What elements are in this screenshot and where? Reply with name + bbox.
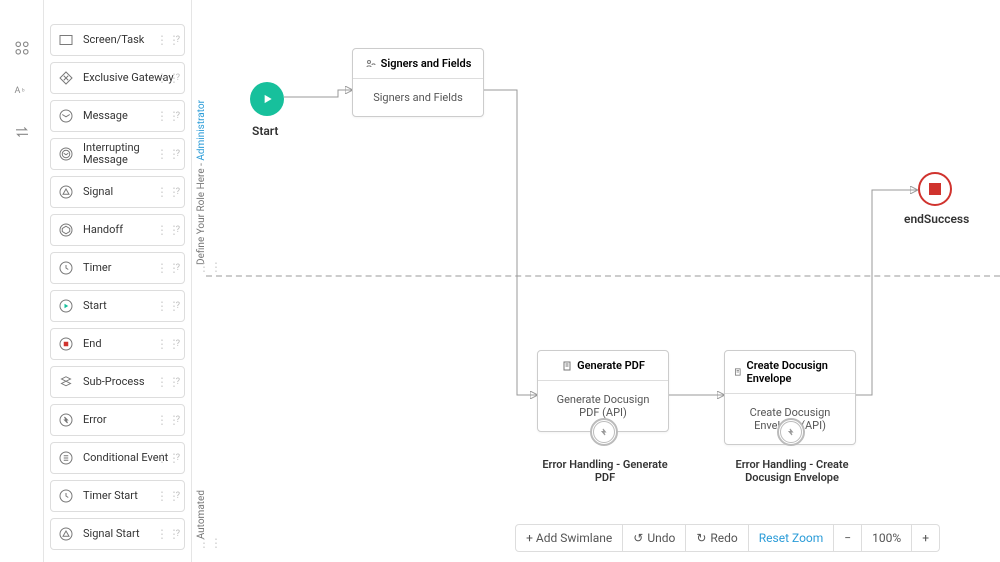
signers-fields-task[interactable]: Signers and Fields Signers and Fields [352, 48, 484, 117]
swap-icon[interactable] [6, 116, 38, 148]
svg-text:ᵇ: ᵇ [22, 87, 25, 95]
swimlane-grip[interactable]: ⋮⋮ [198, 536, 222, 550]
swimlane-divider [206, 275, 1000, 277]
task-title: Generate PDF [577, 359, 645, 372]
palette-message[interactable]: Message?⋮⋮ [50, 100, 185, 132]
canvas-toolbar: + Add Swimlane ↺Undo ↻Redo Reset Zoom − … [515, 524, 940, 552]
palette-panel: Screen/Task?⋮⋮ Exclusive Gateway?⋮⋮ Mess… [44, 0, 192, 562]
palette-exclusive-gateway[interactable]: Exclusive Gateway?⋮⋮ [50, 62, 185, 94]
swimlane-grip[interactable]: ⋮⋮ [198, 260, 222, 274]
redo-button[interactable]: ↻Redo [686, 524, 748, 552]
palette-error[interactable]: Error?⋮⋮ [50, 404, 185, 436]
swimlane-automated-label: Automated [196, 490, 207, 539]
add-swimlane-button[interactable]: + Add Swimlane [515, 524, 623, 552]
end-node[interactable] [918, 172, 952, 206]
canvas: Define Your Role Here - Administrator ⋮⋮… [192, 0, 1000, 562]
error-label: Error Handling - Create Docusign Envelop… [727, 458, 857, 484]
task-title: Signers and Fields [381, 57, 472, 70]
error-label: Error Handling - Generate PDF [540, 458, 670, 484]
error-boundary-icon[interactable] [777, 418, 805, 446]
palette-signal[interactable]: Signal?⋮⋮ [50, 176, 185, 208]
palette-timer-start[interactable]: Timer Start?⋮⋮ [50, 480, 185, 512]
text-icon[interactable]: Aᵇ [6, 74, 38, 106]
palette-conditional-event[interactable]: Conditional Event?⋮⋮ [50, 442, 185, 474]
undo-button[interactable]: ↺Undo [623, 524, 686, 552]
start-node[interactable] [250, 82, 284, 116]
palette-interrupting-message[interactable]: Interrupting Message?⋮⋮ [50, 138, 185, 170]
zoom-in-button[interactable]: + [912, 524, 940, 552]
swimlane-admin-label: Define Your Role Here - Administrator [196, 100, 207, 265]
palette-handoff[interactable]: Handoff?⋮⋮ [50, 214, 185, 246]
svg-text:A: A [14, 86, 20, 96]
settings-icon[interactable] [6, 32, 38, 64]
palette-timer[interactable]: Timer?⋮⋮ [50, 252, 185, 284]
palette-signal-start[interactable]: Signal Start?⋮⋮ [50, 518, 185, 550]
palette-start[interactable]: Start?⋮⋮ [50, 290, 185, 322]
start-node-label: Start [252, 124, 278, 138]
tool-sidebar: Aᵇ [0, 0, 44, 562]
reset-zoom-button[interactable]: Reset Zoom [749, 524, 835, 552]
end-node-label: endSuccess [904, 212, 969, 226]
zoom-out-button[interactable]: − [834, 524, 862, 552]
task-body: Signers and Fields [353, 79, 483, 116]
task-title: Create Docusign Envelope [747, 359, 849, 385]
palette-end[interactable]: End?⋮⋮ [50, 328, 185, 360]
error-boundary-icon[interactable] [590, 418, 618, 446]
palette-screen-task[interactable]: Screen/Task?⋮⋮ [50, 24, 185, 56]
zoom-level: 100% [862, 524, 912, 552]
palette-subprocess[interactable]: Sub-Process?⋮⋮ [50, 366, 185, 398]
